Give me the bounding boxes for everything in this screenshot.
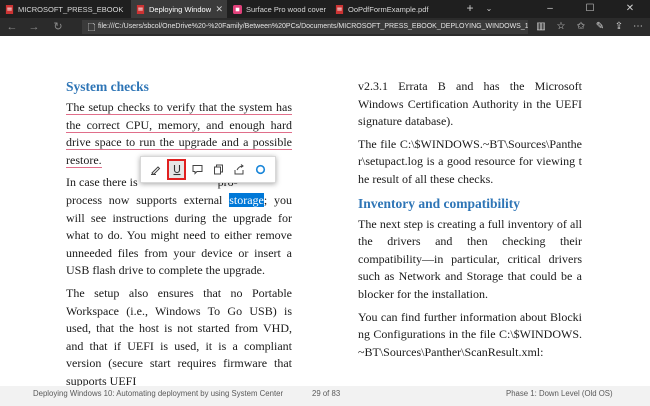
back-arrow-icon[interactable]: ← <box>2 18 22 36</box>
file-icon <box>88 23 95 31</box>
status-page-number: 29 of 83 <box>312 389 341 398</box>
tab-label: Surface Pro wood cover fro <box>246 4 328 14</box>
tab-deploying-windows-10[interactable]: Deploying Windows 10: ✕ <box>131 0 227 18</box>
book-page: System checks The setup checks to verify… <box>0 36 650 388</box>
section-heading-system-checks: System checks <box>66 79 149 94</box>
tab-label: MICROSOFT_PRESS_EBOOK <box>18 4 124 14</box>
web-note-pen-icon[interactable]: ✎ <box>591 18 609 36</box>
address-url: file:///C:/Users/sbcol/OneDrive%20-%20Fa… <box>98 23 528 30</box>
left-column: System checks The setup checks to verify… <box>66 78 292 396</box>
maximize-icon[interactable]: ☐ <box>570 0 610 18</box>
add-note-icon[interactable] <box>188 159 207 180</box>
forward-arrow-icon[interactable]: → <box>24 18 44 36</box>
status-chapter-title: Deploying Windows 10: Automating deploym… <box>33 389 284 398</box>
cortana-icon[interactable] <box>251 159 270 180</box>
favorites-hub-icon[interactable]: ✩ <box>572 18 590 36</box>
selection-toolbar <box>140 156 276 183</box>
share-selection-icon[interactable] <box>230 159 249 180</box>
section-heading-inventory: Inventory and compatibility <box>358 195 521 211</box>
paragraph: The setup also ensures that no Portable … <box>66 285 292 388</box>
close-window-icon[interactable]: ✕ <box>610 0 650 18</box>
close-tab-icon[interactable]: ✕ <box>215 4 223 15</box>
reading-view-icon[interactable]: ▥ <box>532 18 550 36</box>
pdf-icon <box>136 4 145 14</box>
selected-text[interactable]: storage <box>229 192 264 207</box>
underline-icon[interactable] <box>167 159 186 180</box>
new-tab-icon[interactable]: + <box>462 0 478 18</box>
paragraph: You can find further information about B… <box>358 309 582 359</box>
pink-favicon-icon <box>233 4 242 14</box>
tab-label: OoPdfFormExample.pdf <box>348 4 429 14</box>
paragraph: The next step is creating a full invento… <box>358 216 582 301</box>
right-column: v2.3.1 Errata B and has the Microsoft Wi… <box>358 78 582 366</box>
tab-bar: MICROSOFT_PRESS_EBOOK Deploying Windows … <box>0 0 650 18</box>
tab-surface-pro-wood-cover[interactable]: Surface Pro wood cover fro <box>228 0 328 18</box>
tab-label: Deploying Windows 10: <box>149 4 212 14</box>
minimize-icon[interactable]: – <box>530 0 570 18</box>
paragraph: v2.3.1 Errata B and has the Microsoft Wi… <box>358 79 582 129</box>
refresh-icon[interactable]: ↻ <box>48 18 68 36</box>
tab-oopdfformexample[interactable]: OoPdfFormExample.pdf <box>330 0 460 18</box>
tab-list-chevron-icon[interactable]: ⌄ <box>482 0 496 18</box>
copy-icon[interactable] <box>209 159 228 180</box>
favorite-star-icon[interactable]: ☆ <box>552 18 570 36</box>
more-options-icon[interactable]: ⋯ <box>629 18 647 36</box>
paragraph: The file C:\$WINDOWS.~BT\Sources\Panther… <box>358 136 582 186</box>
tab-microsoft-press-ebook[interactable]: MICROSOFT_PRESS_EBOOK <box>0 0 130 18</box>
pdf-icon <box>335 4 344 14</box>
paragraph: In case there ispro-process now supports… <box>66 175 292 278</box>
status-bar: Deploying Windows 10: Automating deploym… <box>0 386 650 406</box>
share-icon[interactable]: ⇪ <box>610 18 628 36</box>
document-viewer: System checks The setup checks to verify… <box>0 36 650 406</box>
status-section-name: Phase 1: Down Level (Old OS) <box>506 389 613 398</box>
address-bar[interactable]: file:///C:/Users/sbcol/OneDrive%20-%20Fa… <box>82 20 528 34</box>
pdf-icon <box>5 4 14 14</box>
highlight-icon[interactable] <box>146 159 165 180</box>
